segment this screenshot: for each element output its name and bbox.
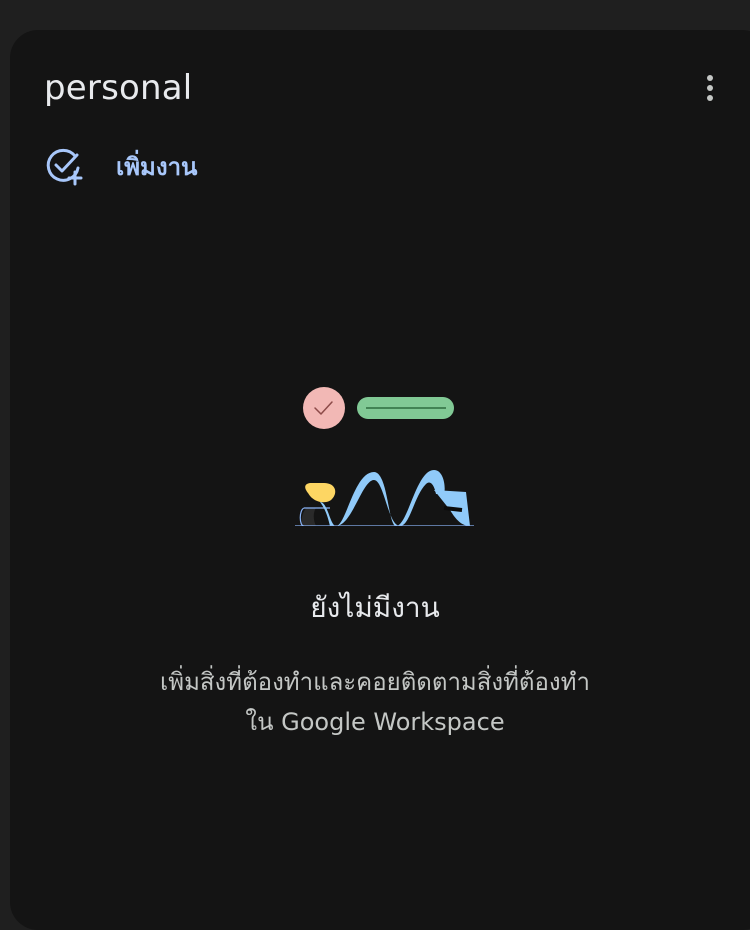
list-title: personal [44, 68, 193, 108]
add-task-icon [46, 148, 83, 186]
more-vert-icon [707, 75, 713, 81]
check-circle-shape [303, 387, 345, 429]
empty-state-description-line-1: เพิ่มสิ่งที่ต้องทำและคอยติดตามสิ่งที่ต้อ… [160, 668, 590, 696]
add-task-button[interactable]: เพิ่มงาน [44, 146, 197, 186]
more-options-button[interactable] [698, 70, 722, 106]
empty-state-title: ยังไม่มีงาน [310, 591, 440, 624]
empty-tasks-illustration [295, 387, 474, 526]
add-task-label: เพิ่มงาน [116, 152, 198, 181]
empty-state-description: เพิ่มสิ่งที่ต้องทำและคอยติดตามสิ่งที่ต้อ… [10, 662, 740, 742]
figure-head-shape [305, 483, 336, 503]
task-list-card: personal เพิ่มงาน ยังไม่มีงาน เพิ่มสิ่งท… [10, 30, 750, 930]
empty-state-description-line-2: ใน Google Workspace [245, 708, 505, 736]
wave-ribbon-shape [320, 470, 445, 526]
more-vert-icon-dot [707, 95, 713, 101]
more-vert-icon-dot [707, 85, 713, 91]
